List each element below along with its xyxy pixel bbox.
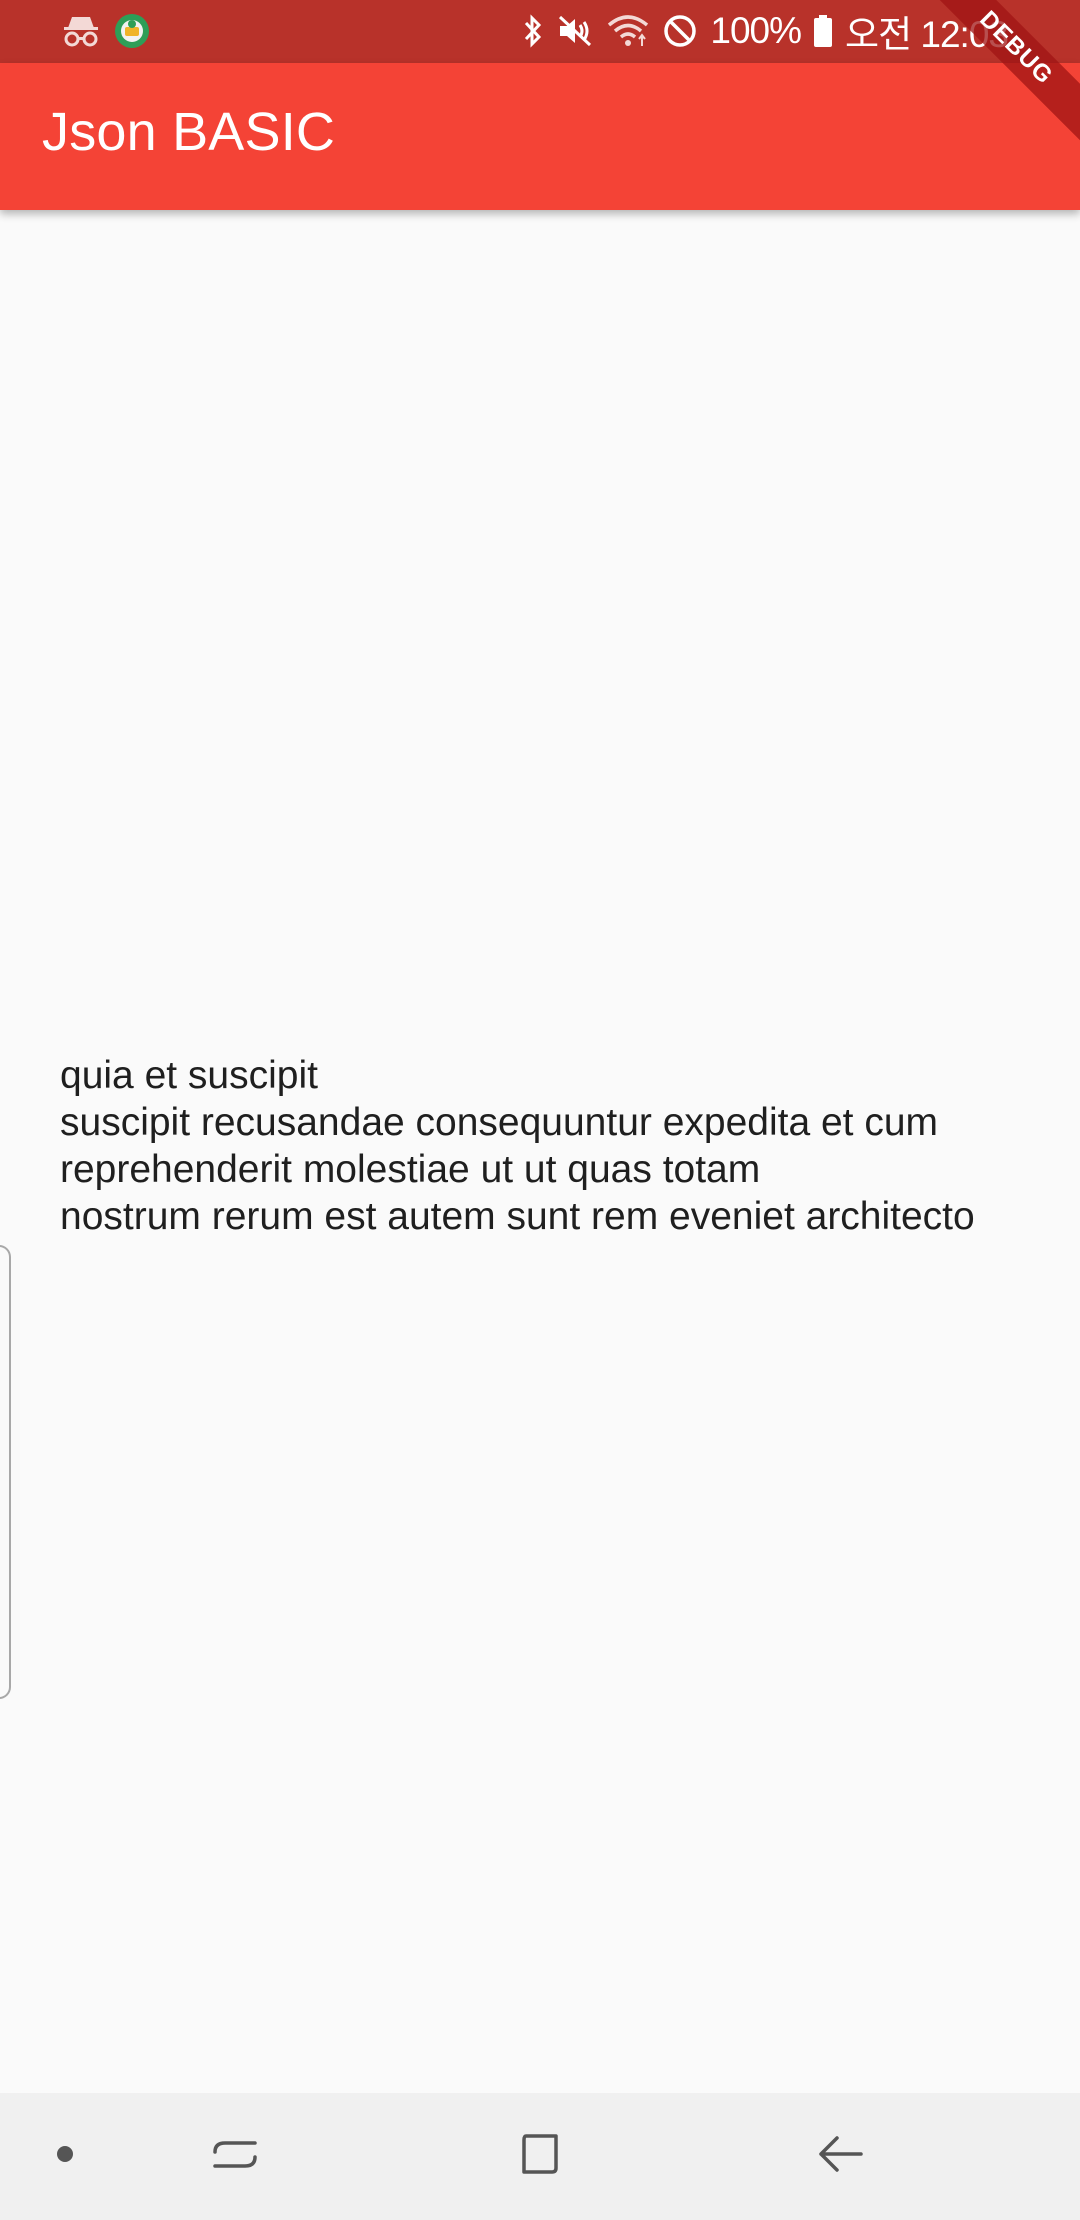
blocked-icon (662, 13, 698, 49)
navigation-bar (0, 2093, 1080, 2220)
wifi-icon (606, 13, 650, 49)
app-screen: 100% 오전 12:03 Json BASIC DEBUG quia et s… (0, 0, 1080, 2220)
battery-icon (813, 14, 833, 48)
incognito-icon (62, 14, 100, 48)
recents-icon (211, 2130, 259, 2183)
app-badge-icon (114, 13, 150, 49)
status-bar: 100% 오전 12:03 (0, 0, 1080, 63)
back-icon (815, 2130, 865, 2183)
post-body-text: quia et suscipit suscipit recusandae con… (60, 1052, 1050, 1240)
status-left-icons (62, 12, 150, 50)
nav-dot-button[interactable] (30, 2093, 100, 2220)
back-button[interactable] (790, 2093, 890, 2220)
body-line: quia et suscipit (60, 1054, 318, 1097)
app-bar: Json BASIC (0, 63, 1080, 210)
edge-panel-handle[interactable] (0, 1245, 11, 1699)
body-line: suscipit recusandae consequuntur expedit… (60, 1101, 939, 1144)
recents-button[interactable] (185, 2093, 285, 2220)
body-line: nostrum rerum est autem sunt rem eveniet… (60, 1195, 975, 1238)
home-button[interactable] (490, 2093, 590, 2220)
app-title: Json BASIC (42, 102, 336, 162)
mute-icon (556, 13, 594, 49)
battery-percent: 100% (710, 10, 802, 51)
status-right-icons: 100% 오전 12:03 (522, 8, 1009, 55)
body-line: reprehenderit molestiae ut ut quas totam (60, 1148, 761, 1191)
dot-icon (56, 2145, 74, 2168)
bluetooth-icon (522, 13, 544, 49)
home-icon (516, 2130, 564, 2183)
